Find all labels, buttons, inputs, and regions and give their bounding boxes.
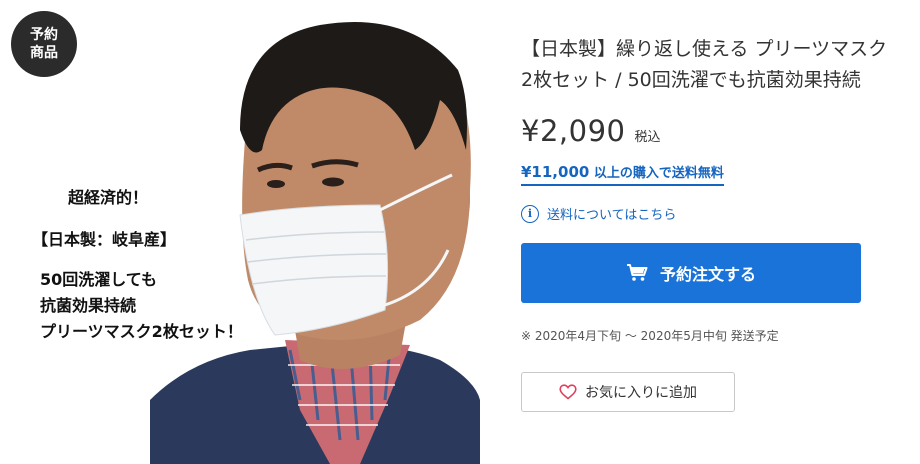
image-caption-line-4: 抗菌効果持続	[40, 296, 137, 315]
product-title: 【日本製】繰り返し使える プリーツマスク 2枚セット / 50回洗濯でも抗菌効果…	[521, 38, 888, 91]
preorder-button-label: 予約注文する	[659, 265, 756, 284]
image-caption-line-1: 超経済的！	[68, 188, 149, 207]
product-price: ¥2,090	[521, 114, 626, 148]
badge-line-1: 予約	[30, 27, 58, 43]
add-to-favorites-label: お気に入りに追加	[585, 385, 697, 401]
preorder-badge: 予約 商品	[11, 11, 77, 77]
free-shipping-link[interactable]: ¥11,000 以上の購入で送料無料	[521, 162, 724, 186]
heart-icon	[559, 384, 577, 400]
free-shipping-amount: ¥11,000	[521, 163, 590, 181]
image-caption-line-5: プリーツマスク2枚セット！	[40, 322, 243, 341]
cart-icon	[626, 264, 648, 281]
badge-line-2: 商品	[30, 45, 58, 61]
price-row: ¥2,090 税込	[521, 114, 901, 148]
product-info-panel: 【日本製】繰り返し使える プリーツマスク 2枚セット / 50回洗濯でも抗菌効果…	[521, 34, 901, 412]
info-icon: i	[521, 204, 539, 223]
image-caption-line-3: 50回洗濯しても	[40, 270, 157, 289]
shipping-info-link[interactable]: i 送料についてはこちら	[521, 204, 901, 223]
delivery-schedule: ※ 2020年4月下旬 〜 2020年5月中旬 発送予定	[521, 329, 779, 343]
preorder-button[interactable]: 予約注文する	[521, 243, 861, 303]
image-caption-line-2: 【日本製：岐阜産】	[32, 230, 177, 249]
product-image: 予約 商品 超経済的！ 【日本製：岐阜産】 50回洗濯しても 抗菌効果持続 プリ…	[0, 0, 480, 464]
free-shipping-text: 以上の購入で送料無料	[589, 166, 724, 181]
shipping-info-label: 送料についてはこちら	[547, 208, 677, 223]
tax-label: 税込	[634, 130, 661, 145]
add-to-favorites-button[interactable]: お気に入りに追加	[521, 372, 735, 412]
